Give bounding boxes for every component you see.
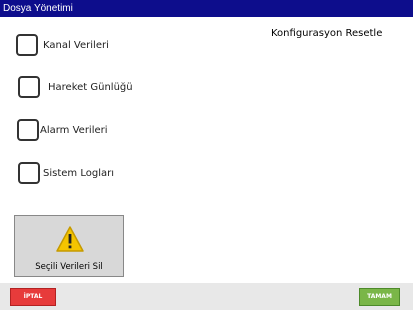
delete-selected-button[interactable]: Seçili Verileri Sil [14,215,124,277]
option-movement-log[interactable]: Hareket Günlüğü [18,76,133,98]
option-label: Alarm Verileri [40,124,108,136]
footer-bar [0,283,413,310]
reset-config-title[interactable]: Konfigurasyon Resetle [271,28,382,39]
movement-log-checkbox[interactable] [18,76,40,98]
system-logs-checkbox[interactable] [18,162,40,184]
option-label: Sistem Logları [43,167,114,179]
option-system-logs[interactable]: Sistem Logları [18,162,114,184]
cancel-button[interactable]: İPTAL [10,288,56,306]
ok-button[interactable]: TAMAM [359,288,400,306]
channel-data-checkbox[interactable] [16,34,38,56]
option-alarm-data[interactable]: Alarm Verileri [17,119,108,141]
option-label: Kanal Verileri [43,39,109,51]
window-title: Dosya Yönetimi [0,0,413,17]
alarm-data-checkbox[interactable] [17,119,39,141]
option-label: Hareket Günlüğü [48,81,133,93]
option-channel-data[interactable]: Kanal Verileri [16,34,109,56]
delete-selected-label: Seçili Verileri Sil [35,262,103,272]
warning-icon [56,226,84,252]
